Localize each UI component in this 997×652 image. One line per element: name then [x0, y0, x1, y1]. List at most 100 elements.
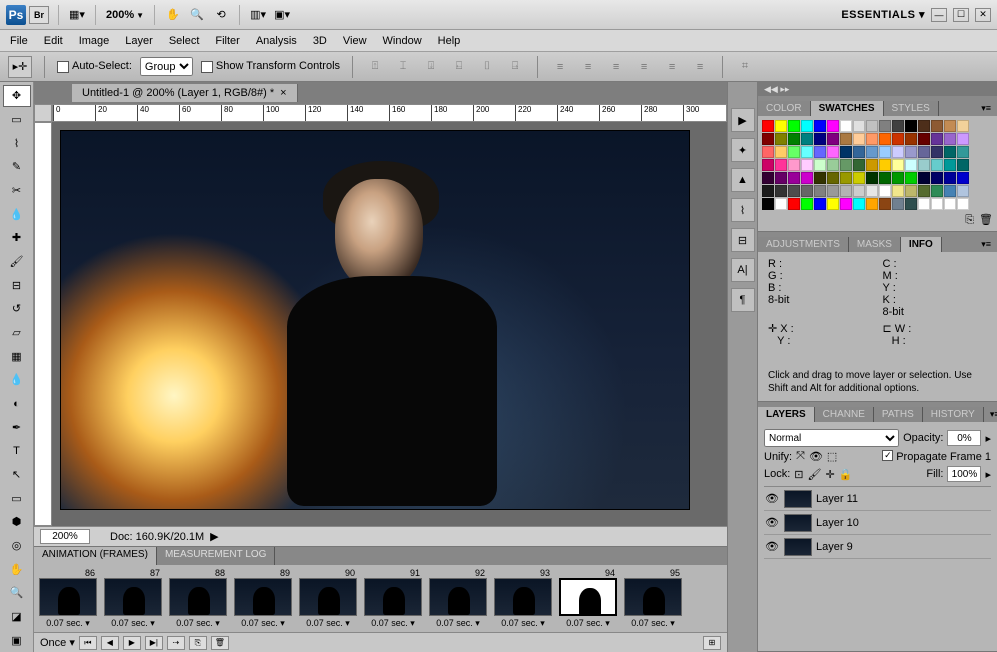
type-tool[interactable]: T	[3, 440, 31, 462]
swatch[interactable]	[788, 133, 800, 145]
swatch[interactable]	[827, 120, 839, 132]
swatch[interactable]	[840, 120, 852, 132]
auto-select-dropdown[interactable]: Group	[140, 57, 193, 76]
frame-delay[interactable]: 0.07 sec. ▾	[46, 618, 90, 629]
frame-delay[interactable]: 0.07 sec. ▾	[371, 618, 415, 629]
swatch[interactable]	[814, 159, 826, 171]
tab-styles[interactable]: STYLES	[884, 101, 939, 116]
tab-adjustments[interactable]: ADJUSTMENTS	[758, 237, 849, 252]
panel-menu-icon[interactable]: ▾≡	[975, 237, 997, 252]
show-transform-checkbox[interactable]: Show Transform Controls	[201, 60, 340, 72]
swatch[interactable]	[944, 146, 956, 158]
brush-tool[interactable]: 🖌	[3, 251, 31, 273]
swatch[interactable]	[775, 198, 787, 210]
animation-frame[interactable]: 860.07 sec. ▾	[37, 568, 99, 629]
layer-name[interactable]: Layer 10	[816, 517, 859, 529]
swatch[interactable]	[827, 133, 839, 145]
swatch[interactable]	[944, 172, 956, 184]
swatch[interactable]	[840, 172, 852, 184]
swatch[interactable]	[840, 159, 852, 171]
animation-frame[interactable]: 920.07 sec. ▾	[427, 568, 489, 629]
swatch[interactable]	[775, 159, 787, 171]
unify-style-icon[interactable]: ⬚	[827, 450, 837, 463]
layer-name[interactable]: Layer 9	[816, 541, 853, 553]
bridge-icon[interactable]: Br	[29, 6, 49, 24]
ruler-vertical[interactable]	[34, 122, 52, 526]
swatch[interactable]	[853, 185, 865, 197]
blur-tool[interactable]: 💧	[3, 369, 31, 391]
swatch[interactable]	[827, 185, 839, 197]
unify-visibility-icon[interactable]: 👁	[809, 450, 823, 463]
frame-thumb[interactable]	[494, 578, 552, 616]
quick-select-tool[interactable]: ✎	[3, 156, 31, 178]
zoom-input[interactable]	[40, 529, 90, 544]
swatch[interactable]	[879, 146, 891, 158]
swatch[interactable]	[957, 133, 969, 145]
animation-frame[interactable]: 910.07 sec. ▾	[362, 568, 424, 629]
swatch[interactable]	[775, 172, 787, 184]
menu-3d[interactable]: 3D	[313, 35, 327, 47]
paragraph-dock-icon[interactable]: ¶	[731, 288, 755, 312]
hand-tool[interactable]: ✋	[3, 558, 31, 580]
zoom-level-menu[interactable]: 200%▼	[106, 9, 144, 21]
first-frame-button[interactable]: ⏮	[79, 636, 97, 650]
lasso-tool[interactable]: ⌇	[3, 132, 31, 154]
zoom-tool-icon[interactable]: 🔍	[187, 5, 207, 25]
unify-position-icon[interactable]: ⤧	[796, 450, 805, 463]
tab-paths[interactable]: PATHS	[874, 407, 923, 422]
swatch[interactable]	[931, 172, 943, 184]
swatch[interactable]	[879, 133, 891, 145]
character-dock-icon[interactable]: A|	[731, 258, 755, 282]
tab-layers[interactable]: LAYERS	[758, 407, 815, 422]
opacity-input[interactable]	[947, 430, 981, 446]
animation-frame[interactable]: 870.07 sec. ▾	[102, 568, 164, 629]
prev-frame-button[interactable]: ◀	[101, 636, 119, 650]
eyedropper-tool[interactable]: 💧	[3, 203, 31, 225]
zoom-tool[interactable]: 🔍	[3, 582, 31, 604]
swatch[interactable]	[801, 146, 813, 158]
panel-menu-icon[interactable]: ▾≡	[984, 407, 997, 422]
swatch[interactable]	[957, 146, 969, 158]
tab-info[interactable]: INFO	[901, 237, 942, 252]
swatch[interactable]	[918, 172, 930, 184]
panel-menu-icon[interactable]: ▾≡	[975, 101, 997, 116]
frame-delay[interactable]: 0.07 sec. ▾	[436, 618, 480, 629]
layer-name[interactable]: Layer 11	[816, 493, 858, 505]
canvas-image[interactable]	[60, 130, 690, 510]
swatch[interactable]	[814, 185, 826, 197]
swatch[interactable]	[879, 120, 891, 132]
swatch[interactable]	[788, 159, 800, 171]
propagate-checkbox[interactable]	[882, 450, 893, 461]
swatch[interactable]	[762, 198, 774, 210]
swatch[interactable]	[762, 133, 774, 145]
swatch[interactable]	[853, 172, 865, 184]
swatch[interactable]	[775, 146, 787, 158]
swatch[interactable]	[931, 146, 943, 158]
swatch[interactable]	[853, 198, 865, 210]
lock-all-icon[interactable]: 🔒	[839, 468, 853, 481]
tab-measurement-log[interactable]: MEASUREMENT LOG	[157, 547, 276, 565]
frame-thumb[interactable]	[104, 578, 162, 616]
lock-image-icon[interactable]: 🖌	[808, 468, 822, 481]
swatch[interactable]	[905, 120, 917, 132]
swatch[interactable]	[801, 133, 813, 145]
swatch[interactable]	[853, 133, 865, 145]
swatch[interactable]	[840, 198, 852, 210]
rotate-view-icon[interactable]: ⟲	[211, 5, 231, 25]
swatch[interactable]	[918, 159, 930, 171]
clone-dock-icon[interactable]: ⊟	[731, 228, 755, 252]
swatch[interactable]	[788, 172, 800, 184]
frame-delay[interactable]: 0.07 sec. ▾	[241, 618, 285, 629]
document-tab[interactable]: Untitled-1 @ 200% (Layer 1, RGB/8#) * ×	[72, 84, 298, 102]
blend-mode-dropdown[interactable]: Normal	[764, 429, 899, 447]
swatch[interactable]	[918, 198, 930, 210]
swatch[interactable]	[866, 133, 878, 145]
frame-thumb[interactable]	[364, 578, 422, 616]
swatch[interactable]	[775, 185, 787, 197]
frame-thumb[interactable]	[39, 578, 97, 616]
frame-thumb[interactable]	[559, 578, 617, 616]
move-tool[interactable]: ✥	[3, 85, 31, 107]
swatch[interactable]	[762, 159, 774, 171]
swatch[interactable]	[866, 159, 878, 171]
minimize-button[interactable]: —	[931, 8, 947, 22]
